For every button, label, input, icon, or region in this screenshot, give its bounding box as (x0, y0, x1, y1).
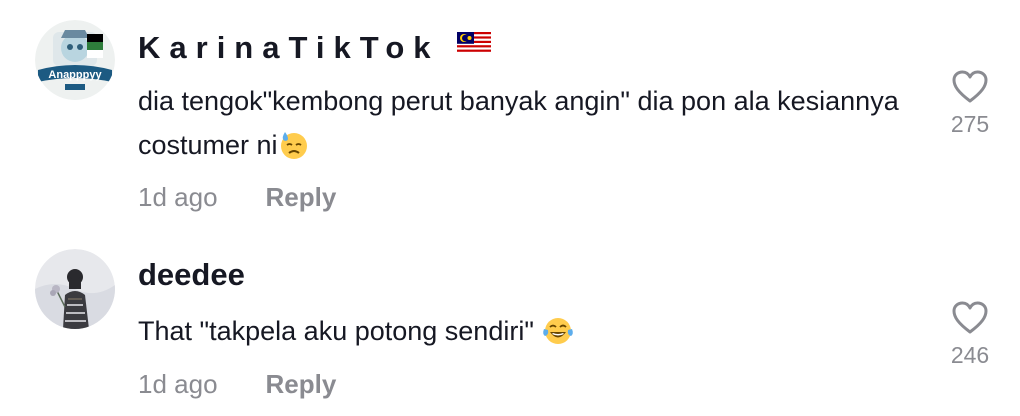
avatar-image: Anapppyy (35, 20, 115, 100)
comment-text-body: That "takpela aku potong sendiri" (138, 316, 534, 346)
face-with-tears-of-joy-emoji (542, 315, 574, 359)
comment-meta: 1d ago Reply (138, 181, 336, 213)
like-control: 246 (938, 301, 1002, 369)
like-count: 246 (950, 342, 990, 368)
heart-icon[interactable] (952, 70, 988, 104)
comment-timestamp: 1d ago (138, 182, 218, 212)
avatar[interactable]: Anapppyy (35, 20, 115, 100)
comment-item: Anapppyy KarinaTikTok dia tengok"kembong… (0, 0, 1020, 230)
comment-meta: 1d ago Reply (138, 368, 336, 400)
comment-text-body: dia tengok"kembong perut banyak angin" d… (138, 86, 899, 160)
comment-username[interactable]: deedee (138, 257, 245, 293)
like-control: 275 (938, 70, 1002, 138)
comment-username[interactable]: KarinaTikTok (138, 26, 492, 66)
reply-button[interactable]: Reply (266, 369, 337, 399)
heart-icon[interactable] (952, 301, 988, 335)
malaysia-flag-icon (457, 26, 492, 62)
like-count: 275 (950, 111, 990, 137)
comment-timestamp: 1d ago (138, 369, 218, 399)
avatar-badge-text: Anapppyy (48, 69, 102, 81)
avatar[interactable] (35, 249, 115, 329)
reply-button[interactable]: Reply (266, 182, 337, 212)
downcast-face-with-sweat-emoji (279, 129, 309, 173)
comment-text: That "takpela aku potong sendiri" (138, 309, 918, 359)
username-text: KarinaTikTok (138, 30, 440, 65)
comment-text: dia tengok"kembong perut banyak angin" d… (138, 79, 918, 173)
avatar-image (35, 249, 115, 329)
